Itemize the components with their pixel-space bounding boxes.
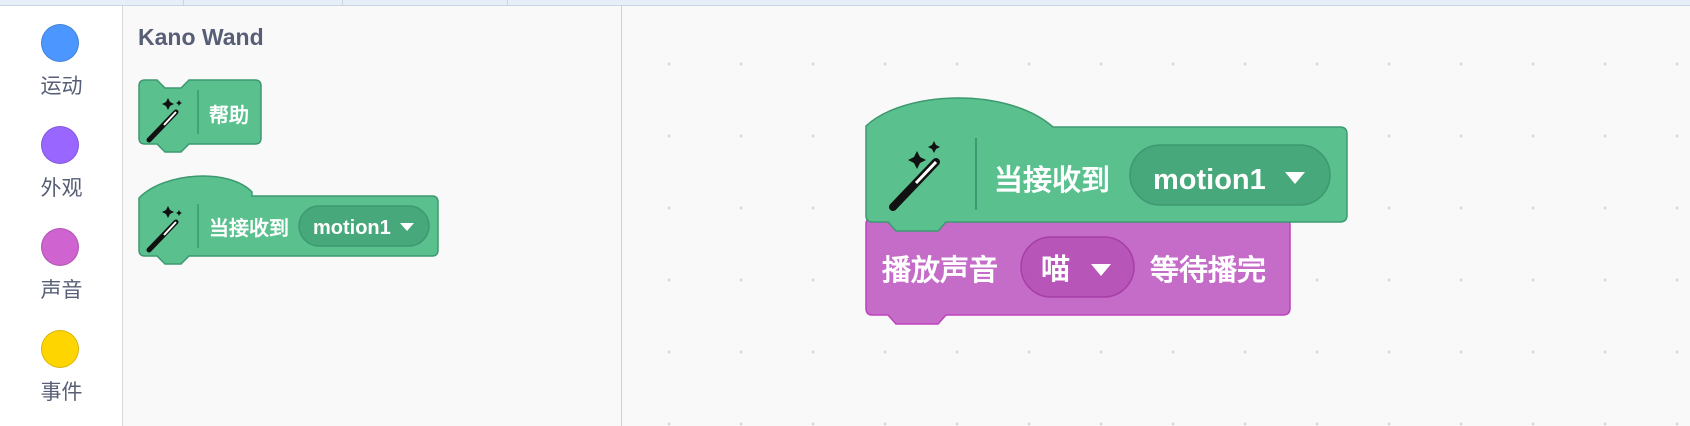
play-sound-label: 播放声音 xyxy=(882,253,998,287)
receive-block-label: 当接收到 xyxy=(209,216,289,240)
receive-hat-block[interactable]: 当接收到 motion1 xyxy=(138,175,439,265)
category-sound[interactable]: 声音 xyxy=(0,216,123,306)
category-looks[interactable]: 外观 xyxy=(0,114,123,204)
category-label: 事件 xyxy=(40,381,83,404)
message-dropdown[interactable]: motion1 xyxy=(1129,144,1331,206)
category-label: 声音 xyxy=(40,279,83,302)
category-menu: 运动 外观 声音 事件 xyxy=(0,6,123,426)
flyout-canvas: 帮助 当接收到 motion1 xyxy=(138,79,439,265)
message-dropdown-value: motion1 xyxy=(313,217,391,239)
message-dropdown[interactable]: motion1 xyxy=(298,205,430,247)
help-block[interactable]: 帮助 xyxy=(138,79,262,153)
motion-category-icon xyxy=(41,24,79,62)
sound-dropdown-value: 喵 xyxy=(1041,253,1070,286)
category-events[interactable]: 事件 xyxy=(0,318,123,408)
play-sound-until-done-block[interactable]: 播放声音 喵 等待播完 xyxy=(865,217,1291,325)
script-workspace[interactable]: 播放声音 喵 等待播完 当接收到 motion1 xyxy=(623,6,1690,426)
receive-block-label: 当接收到 xyxy=(994,164,1110,197)
tab-code[interactable] xyxy=(0,0,184,5)
wait-until-done-label: 等待播完 xyxy=(1150,253,1266,287)
help-block-label: 帮助 xyxy=(209,103,249,127)
sound-category-icon xyxy=(41,228,79,266)
category-motion[interactable]: 运动 xyxy=(0,12,123,102)
category-label: 外观 xyxy=(40,177,83,200)
scratch-editor: 运动 外观 声音 事件 Kano Wand 帮助 当接收到 motion1 播放… xyxy=(0,0,1690,426)
message-dropdown-value: motion1 xyxy=(1153,164,1266,196)
sound-dropdown[interactable]: 喵 xyxy=(1020,236,1135,298)
workspace-canvas: 播放声音 喵 等待播完 当接收到 motion1 xyxy=(865,97,1348,325)
category-label: 运动 xyxy=(40,75,83,98)
tab-sounds[interactable] xyxy=(343,0,508,5)
tab-costumes[interactable] xyxy=(184,0,343,5)
looks-category-icon xyxy=(41,126,79,164)
receive-hat-block[interactable]: 当接收到 motion1 xyxy=(865,97,1348,232)
events-category-icon xyxy=(41,330,79,368)
block-flyout: Kano Wand 帮助 当接收到 motion1 xyxy=(124,6,622,426)
